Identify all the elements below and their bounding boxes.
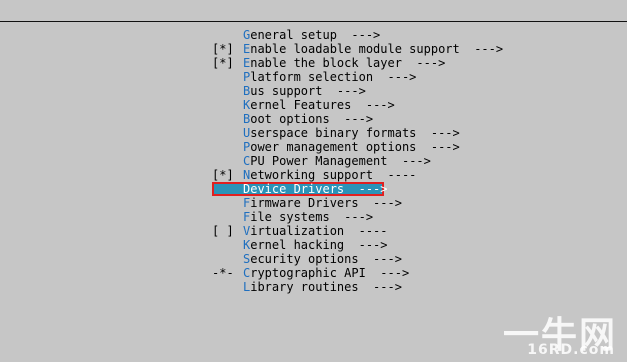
menu-item-label: ower management options (250, 140, 417, 154)
submenu-arrow: ---> (351, 98, 395, 112)
menu-item[interactable]: [ ] Virtualization ---- (212, 224, 503, 238)
menu-item-label: ile systems (250, 210, 330, 224)
menu-item-label: PU Power Management (250, 154, 388, 168)
menu-item[interactable]: Kernel hacking ---> (212, 238, 503, 252)
menu-item[interactable]: Userspace binary formats ---> (212, 126, 503, 140)
menu-item-label: irtualization (250, 224, 345, 238)
menu-item-label: etworking support (250, 168, 374, 182)
submenu-arrow: ---> (344, 238, 388, 252)
menu-item-label: serspace binary formats (250, 126, 417, 140)
menu-item[interactable]: -*- Cryptographic API ---> (212, 266, 503, 280)
submenu-arrow: ---- (373, 168, 417, 182)
menu-item[interactable]: General setup ---> (212, 28, 503, 42)
menu-item-checkbox[interactable]: [*] (212, 168, 243, 182)
menu-item-checkbox[interactable]: [ ] (212, 224, 243, 238)
submenu-arrow: ---> (358, 280, 402, 294)
menu-item[interactable]: File systems ---> (212, 210, 503, 224)
submenu-arrow: ---> (358, 252, 402, 266)
submenu-arrow: ---> (416, 140, 460, 154)
menu-item[interactable]: [*] Enable the block layer ---> (212, 56, 503, 70)
menu-item[interactable]: Platform selection ---> (212, 70, 503, 84)
submenu-arrow: ---> (322, 84, 366, 98)
kernel-config-menu: General setup ---> [*] Enable loadable mod… (212, 28, 503, 294)
menu-item[interactable]: Power management options ---> (212, 140, 503, 154)
menu-item-checkbox[interactable]: [*] (212, 42, 243, 56)
top-border-line (0, 21, 627, 22)
submenu-arrow: ---> (416, 126, 460, 140)
menu-item-label: ernel hacking (250, 238, 345, 252)
menu-item-label: nable loadable module support (250, 42, 460, 56)
submenu-arrow: ---> (329, 210, 374, 224)
watermark-logo: 一牛网 16RD.com (467, 306, 617, 358)
menu-item-label: irmware Drivers (250, 196, 359, 210)
menu-item[interactable]: [*] Networking support ---- (212, 168, 503, 182)
menu-item[interactable]: CPU Power Management ---> (212, 154, 503, 168)
submenu-arrow: ---> (459, 42, 504, 56)
watermark-sub-text: 16RD.com (527, 342, 615, 358)
submenu-arrow: ---> (365, 266, 410, 280)
submenu-arrow: ---> (401, 56, 446, 70)
menu-item[interactable]: Library routines ---> (212, 280, 503, 294)
menu-item-label: ecurity options (250, 252, 359, 266)
submenu-arrow: ---> (344, 182, 388, 196)
submenu-arrow: ---> (358, 196, 402, 210)
menu-item[interactable]: Security options ---> (212, 252, 503, 266)
menu-item[interactable]: Firmware Drivers ---> (212, 196, 503, 210)
menu-item[interactable]: Boot options ---> (212, 112, 503, 126)
submenu-arrow: ---> (329, 112, 374, 126)
menu-item[interactable]: Kernel Features ---> (212, 98, 503, 112)
menu-item-label: ernel Features (250, 98, 352, 112)
menu-item-label: us support (250, 84, 323, 98)
submenu-arrow: ---> (336, 28, 381, 42)
menu-item-label: latform selection (250, 70, 374, 84)
menu-item[interactable]: Device Drivers ---> (212, 182, 503, 196)
menu-item-checkbox[interactable]: [*] (212, 56, 243, 70)
submenu-arrow: ---> (387, 154, 431, 168)
menu-item-label: eneral setup (250, 28, 337, 42)
menu-item[interactable]: Bus support ---> (212, 84, 503, 98)
menu-item-checkbox[interactable]: -*- (212, 266, 243, 280)
menu-item[interactable]: [*] Enable loadable module support ---> (212, 42, 503, 56)
menu-item-label: oot options (250, 112, 330, 126)
menu-item-label: evice Drivers (250, 182, 345, 196)
submenu-arrow: ---> (373, 70, 417, 84)
menu-item-label: ryptographic API (250, 266, 366, 280)
menu-item-label: nable the block layer (250, 56, 402, 70)
submenu-arrow: ---- (344, 224, 388, 238)
menu-item-label: ibrary routines (250, 280, 359, 294)
